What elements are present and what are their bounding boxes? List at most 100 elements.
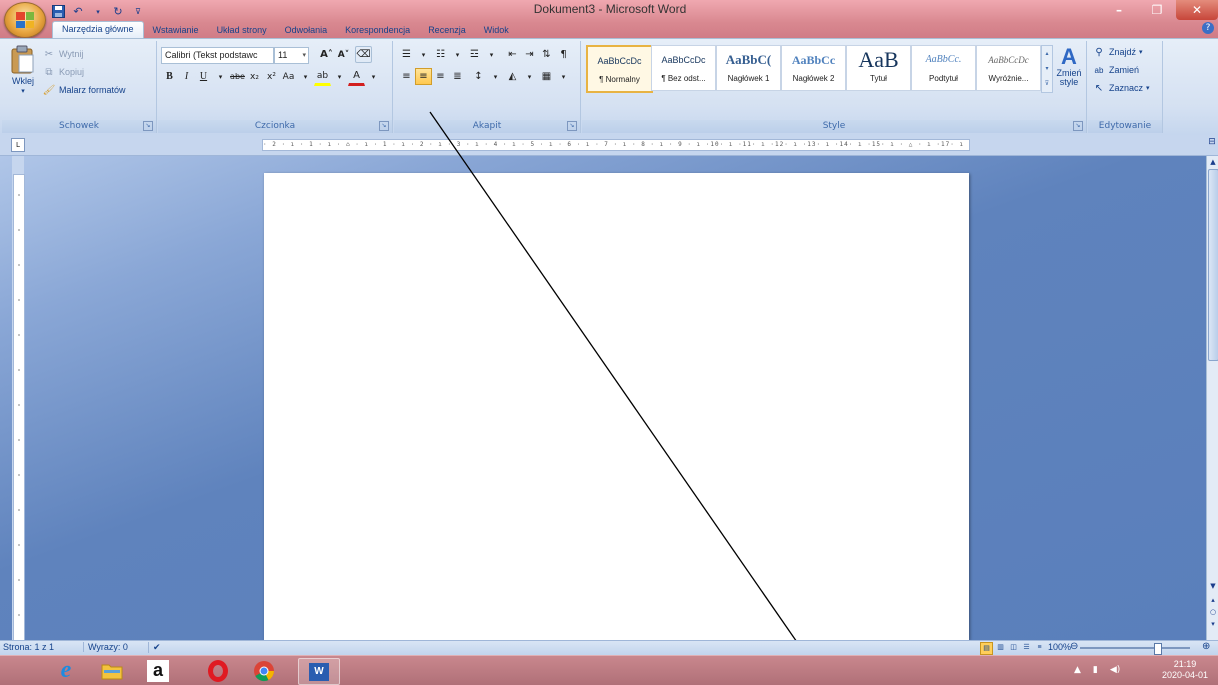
- style-title[interactable]: AaB Tytuł: [846, 45, 911, 91]
- clock[interactable]: 21:19 2020-04-01: [1162, 659, 1208, 681]
- style-no-spacing[interactable]: AaBbCcDc ¶ Bez odst...: [651, 45, 716, 91]
- strikethrough-button[interactable]: abe: [229, 68, 246, 85]
- select-button[interactable]: ↖ Zaznacz ▾: [1092, 81, 1150, 95]
- print-layout-icon[interactable]: ▤: [980, 642, 993, 655]
- web-layout-icon[interactable]: ◫: [1008, 642, 1019, 653]
- change-case-button[interactable]: Aa: [280, 68, 297, 85]
- multilevel-list-icon[interactable]: ☲: [466, 46, 483, 63]
- highlight-dropdown-icon[interactable]: ▾: [331, 68, 348, 85]
- amazon-icon[interactable]: a: [138, 658, 178, 683]
- outline-icon[interactable]: ☰: [1021, 642, 1032, 653]
- bold-button[interactable]: B: [161, 68, 178, 85]
- clear-formatting-icon[interactable]: ⌫: [355, 46, 372, 63]
- full-screen-reading-icon[interactable]: ▥: [995, 642, 1006, 653]
- tab-review[interactable]: Recenzja: [419, 23, 475, 38]
- align-center-icon[interactable]: ≡: [415, 68, 432, 85]
- numbering-icon[interactable]: ☷: [432, 46, 449, 63]
- paste-button[interactable]: Wklej ▾: [6, 45, 40, 95]
- previous-page-icon[interactable]: ▴: [1207, 594, 1218, 606]
- scroll-thumb[interactable]: [1208, 169, 1218, 361]
- change-styles-button[interactable]: A Zmień style: [1054, 45, 1084, 87]
- style-subtitle[interactable]: AaBbCc. Podtytuł: [911, 45, 976, 91]
- italic-button[interactable]: I: [178, 68, 195, 85]
- font-color-dropdown-icon[interactable]: ▾: [365, 68, 382, 85]
- paste-dropdown-icon[interactable]: ▾: [21, 87, 25, 95]
- network-icon[interactable]: ▮: [1093, 665, 1098, 675]
- font-launcher-icon[interactable]: ↘: [379, 121, 389, 131]
- draft-icon[interactable]: ≡: [1034, 642, 1045, 653]
- file-explorer-icon[interactable]: [92, 658, 132, 683]
- proofing-icon[interactable]: ✔: [148, 642, 161, 653]
- shading-icon[interactable]: ◭: [504, 68, 521, 85]
- cut-button[interactable]: ✂ Wytnij: [42, 47, 84, 61]
- style-heading-2[interactable]: AaBbCc Nagłówek 2: [781, 45, 846, 91]
- styles-gallery-scroll[interactable]: ▴ ▾ ⊽: [1041, 45, 1053, 93]
- document-page[interactable]: [264, 173, 969, 640]
- decrease-indent-icon[interactable]: ⇤: [504, 46, 521, 63]
- styles-launcher-icon[interactable]: ↘: [1073, 121, 1083, 131]
- undo-dropdown-icon[interactable]: ▾: [90, 5, 106, 19]
- bullets-icon[interactable]: ☰: [398, 46, 415, 63]
- tab-references[interactable]: Odwołania: [276, 23, 337, 38]
- next-page-icon[interactable]: ▾: [1207, 618, 1218, 630]
- zoom-slider-handle[interactable]: [1154, 643, 1162, 655]
- increase-indent-icon[interactable]: ⇥: [521, 46, 538, 63]
- customize-qat-icon[interactable]: ⊽: [130, 5, 146, 19]
- browse-object-icon[interactable]: ○: [1207, 606, 1218, 618]
- minimize-button[interactable]: –: [1100, 0, 1138, 20]
- style-emphasis[interactable]: AaBbCcDc Wyróżnie...: [976, 45, 1041, 91]
- tray-expand-icon[interactable]: ▲: [1074, 665, 1081, 675]
- scroll-down-icon[interactable]: ▼: [1207, 580, 1218, 592]
- align-right-icon[interactable]: ≡: [432, 68, 449, 85]
- numbering-dropdown-icon[interactable]: ▾: [449, 46, 466, 63]
- shading-dropdown-icon[interactable]: ▾: [521, 68, 538, 85]
- style-heading-1[interactable]: AaBbC( Nagłówek 1: [716, 45, 781, 91]
- word-count[interactable]: Wyrazy: 0: [83, 642, 128, 652]
- show-marks-icon[interactable]: ¶: [555, 46, 572, 63]
- tab-mailings[interactable]: Korespondencja: [336, 23, 419, 38]
- line-spacing-dropdown-icon[interactable]: ▾: [487, 68, 504, 85]
- font-color-icon[interactable]: A: [348, 67, 365, 86]
- tab-selector[interactable]: L: [11, 138, 25, 152]
- justify-icon[interactable]: ≣: [449, 68, 466, 85]
- borders-icon[interactable]: ▦: [538, 68, 555, 85]
- subscript-button[interactable]: x₂: [246, 68, 263, 85]
- zoom-out-icon[interactable]: ⊖: [1070, 641, 1078, 652]
- superscript-button[interactable]: x²: [263, 68, 280, 85]
- vertical-scrollbar[interactable]: ▲ ▼ ▴ ○ ▾: [1206, 156, 1218, 640]
- bullets-dropdown-icon[interactable]: ▾: [415, 46, 432, 63]
- font-family-box[interactable]: Calibri (Tekst podstawc: [161, 47, 274, 64]
- shrink-font-button[interactable]: A˅: [335, 46, 352, 63]
- font-size-box[interactable]: 11 ▾: [274, 47, 309, 64]
- paragraph-launcher-icon[interactable]: ↘: [567, 121, 577, 131]
- redo-icon[interactable]: ↻: [110, 5, 126, 19]
- highlight-icon[interactable]: ab: [314, 67, 331, 86]
- align-left-icon[interactable]: ≡: [398, 68, 415, 85]
- line-spacing-icon[interactable]: ↕: [470, 68, 487, 85]
- style-normal[interactable]: AaBbCcDc ¶ Normalny: [586, 45, 653, 93]
- opera-icon[interactable]: [198, 658, 238, 683]
- find-button[interactable]: ⚲ Znajdź ▾: [1092, 45, 1142, 59]
- zoom-slider[interactable]: [1080, 647, 1190, 649]
- ruler-scale[interactable]: · 2 · ı · 1 · ı · ⌂ · ı · 1 · ı · 2 · ı …: [262, 139, 970, 151]
- grow-font-button[interactable]: A˄: [318, 46, 335, 63]
- volume-icon[interactable]: ◀): [1110, 665, 1120, 675]
- vertical-ruler-scale[interactable]: [13, 174, 25, 642]
- multilevel-dropdown-icon[interactable]: ▾: [483, 46, 500, 63]
- format-painter-button[interactable]: 🖌 Malarz formatów: [42, 83, 126, 97]
- page-count[interactable]: Strona: 1 z 1: [3, 642, 54, 652]
- borders-dropdown-icon[interactable]: ▾: [555, 68, 572, 85]
- clipboard-launcher-icon[interactable]: ↘: [143, 121, 153, 131]
- copy-button[interactable]: ⧉ Kopiuj: [42, 65, 84, 79]
- tab-page-layout[interactable]: Układ strony: [208, 23, 276, 38]
- scroll-up-icon[interactable]: ▲: [1207, 156, 1218, 168]
- maximize-button[interactable]: ❐: [1138, 0, 1176, 20]
- office-button[interactable]: [4, 2, 46, 38]
- zoom-in-icon[interactable]: ⊕: [1202, 641, 1210, 652]
- underline-button[interactable]: U: [195, 68, 212, 85]
- underline-dropdown-icon[interactable]: ▾: [212, 68, 229, 85]
- change-case-dropdown-icon[interactable]: ▾: [297, 68, 314, 85]
- tab-home[interactable]: Narzędzia główne: [52, 21, 144, 38]
- chrome-icon[interactable]: [244, 658, 284, 683]
- tab-view[interactable]: Widok: [475, 23, 518, 38]
